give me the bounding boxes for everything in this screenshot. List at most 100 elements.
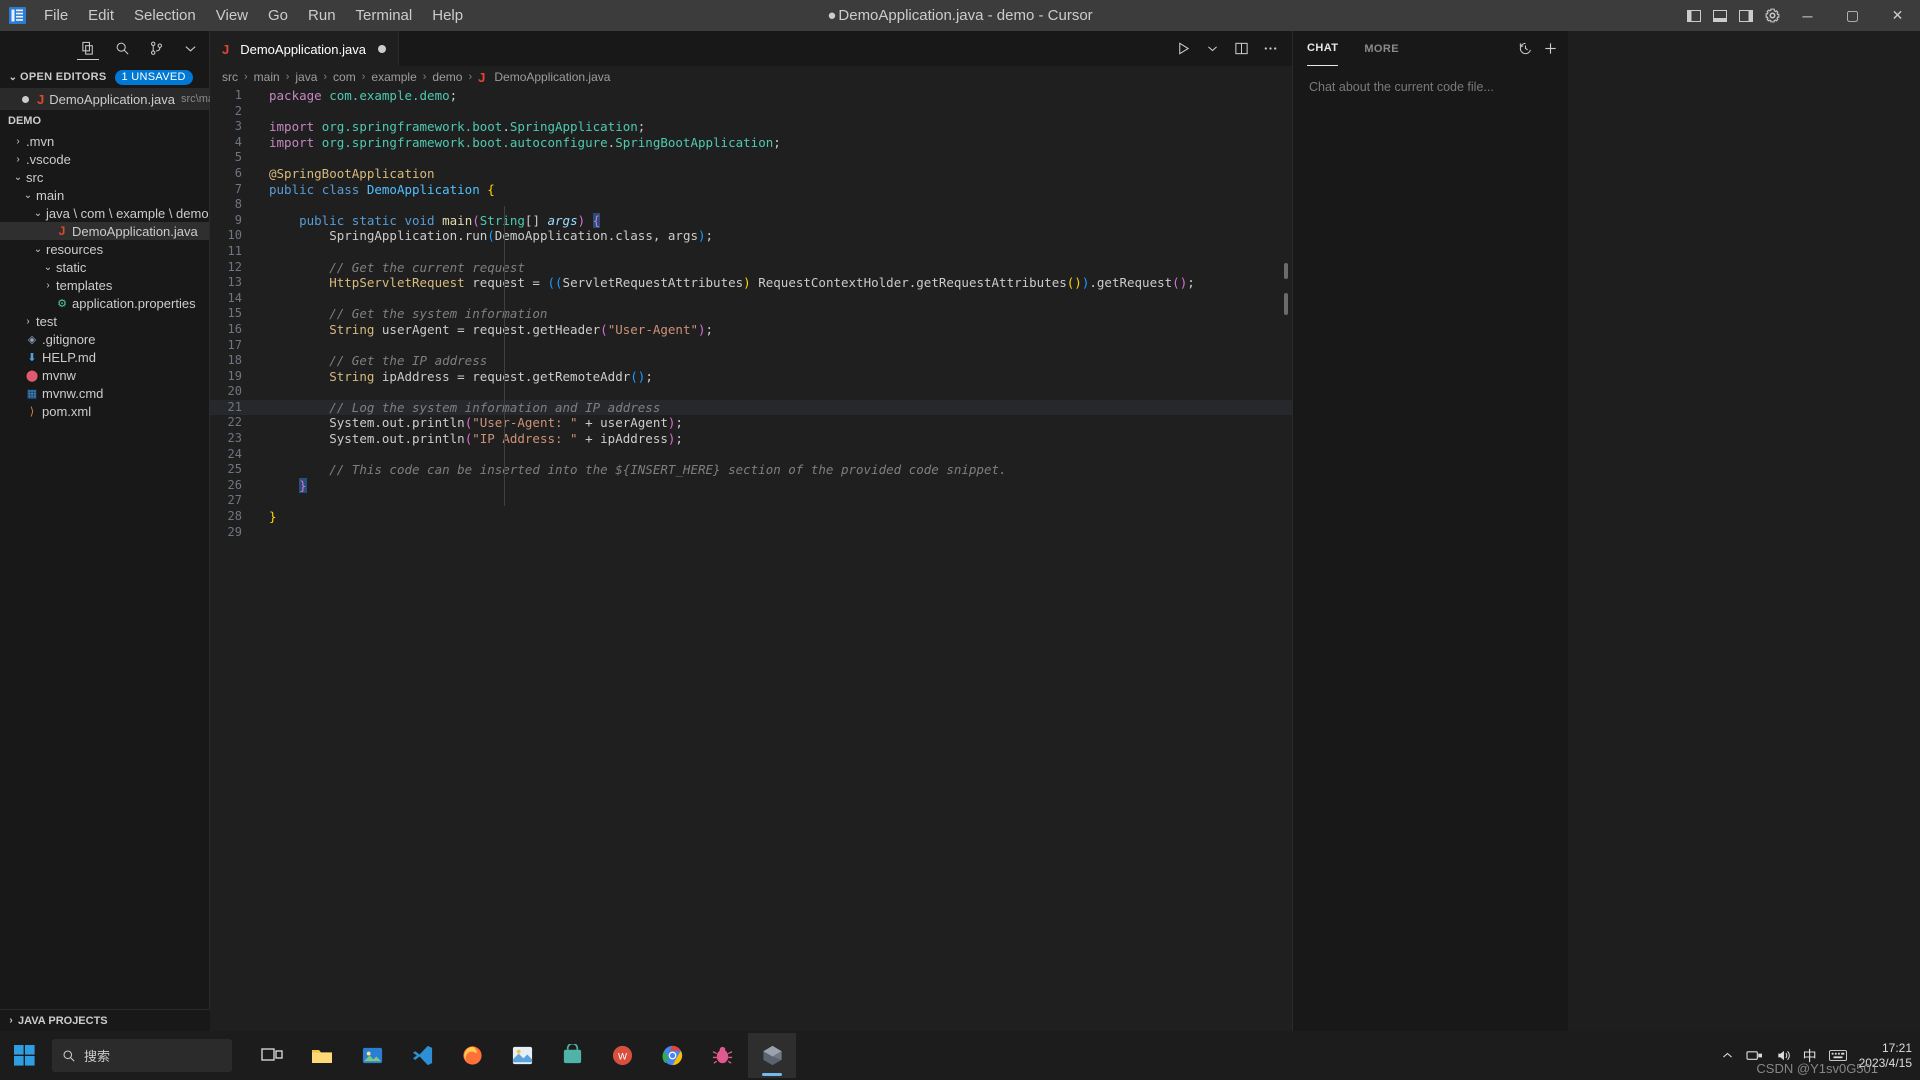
taskbar-search-box[interactable]: 搜索 <box>52 1039 232 1072</box>
start-button-icon[interactable] <box>0 1031 48 1080</box>
menu-help[interactable]: Help <box>422 4 473 28</box>
code-editor[interactable]: 1 package com.example.demo; 2 3 import org.s… <box>210 88 1292 1031</box>
tree-item--mvn[interactable]: › .mvn <box>0 132 209 150</box>
menu-selection[interactable]: Selection <box>124 4 206 28</box>
search-icon[interactable] <box>111 38 133 60</box>
menu-run[interactable]: Run <box>298 4 346 28</box>
tree-item-mvnw[interactable]: ⬤ mvnw <box>0 366 209 384</box>
breadcrumb-example[interactable]: example <box>371 70 416 84</box>
split-editor-icon[interactable] <box>1231 39 1251 59</box>
code-line[interactable]: 24 <box>210 447 1292 463</box>
photos-app-icon[interactable] <box>348 1033 396 1078</box>
code-lines[interactable]: 1 package com.example.demo; 2 3 import org.s… <box>210 88 1292 540</box>
code-line[interactable]: 17 <box>210 338 1292 354</box>
java-projects-section[interactable]: › JAVA PROJECTS <box>0 1009 210 1031</box>
code-line[interactable]: 21 // Log the system information and IP … <box>210 399 1292 416</box>
menu-go[interactable]: Go <box>258 4 298 28</box>
code-line[interactable]: 5 <box>210 150 1292 166</box>
code-line[interactable]: 3 import org.springframework.boot.SpringA… <box>210 119 1292 135</box>
tree-item-application-properties[interactable]: ⚙ application.properties <box>0 294 209 312</box>
code-line[interactable]: 18 // Get the IP address <box>210 353 1292 369</box>
bug-icon[interactable] <box>698 1033 746 1078</box>
tree-item-test[interactable]: › test <box>0 312 209 330</box>
open-editors-header[interactable]: ⌄ OPEN EDITORS 1 unsaved <box>0 66 209 88</box>
history-icon[interactable] <box>1518 41 1533 56</box>
code-line[interactable]: 27 <box>210 493 1292 509</box>
tree-item--vscode[interactable]: › .vscode <box>0 150 209 168</box>
breadcrumb-src[interactable]: src <box>222 70 238 84</box>
tree-item-mvnw-cmd[interactable]: ▦ mvnw.cmd <box>0 384 209 402</box>
code-line[interactable]: 26 } <box>210 477 1292 494</box>
paint-icon[interactable] <box>498 1033 546 1078</box>
menu-terminal[interactable]: Terminal <box>346 4 423 28</box>
firefox-icon[interactable] <box>448 1033 496 1078</box>
code-line[interactable]: 25 // This code can be inserted into the… <box>210 462 1292 478</box>
code-line[interactable]: 28} <box>210 509 1292 525</box>
file-explorer-icon[interactable] <box>298 1033 346 1078</box>
tab-dirty-dot-icon[interactable] <box>377 45 386 53</box>
code-line[interactable]: 29 <box>210 525 1292 541</box>
code-line[interactable]: 6 @SpringBootApplication <box>210 166 1292 182</box>
code-line[interactable]: 9 public static void main(String[] args)… <box>210 212 1292 229</box>
tree-item-src[interactable]: ⌄ src <box>0 168 209 186</box>
breadcrumb-main[interactable]: main <box>254 70 280 84</box>
breadcrumb-file[interactable]: DemoApplication.java <box>494 70 610 84</box>
tree-item-templates[interactable]: › templates <box>0 276 209 294</box>
tree-item-java-com-example-demo[interactable]: ⌄ java \ com \ example \ demo <box>0 204 209 222</box>
tree-item-help-md[interactable]: ⬇ HELP.md <box>0 348 209 366</box>
window-close-button[interactable]: ✕ <box>1875 0 1920 31</box>
wps-icon[interactable]: W <box>598 1033 646 1078</box>
code-line[interactable]: 20 <box>210 384 1292 400</box>
more-actions-icon[interactable] <box>1260 39 1280 59</box>
menu-view[interactable]: View <box>206 4 258 28</box>
tab-chat[interactable]: CHAT <box>1307 31 1339 66</box>
tab-demoapplication-java[interactable]: J DemoApplication.java <box>210 31 399 66</box>
settings-gear-icon[interactable] <box>1759 0 1785 31</box>
project-root-header[interactable]: DEMO <box>0 110 209 132</box>
store-icon[interactable] <box>548 1033 596 1078</box>
code-line[interactable]: 23 System.out.println("IP Address: " + i… <box>210 431 1292 447</box>
open-editor-item[interactable]: J DemoApplication.java src\main\... <box>0 88 235 110</box>
code-line[interactable]: 4 import org.springframework.boot.autocon… <box>210 135 1292 151</box>
chevron-down-icon[interactable] <box>179 38 201 60</box>
code-line[interactable]: 14 <box>210 291 1292 307</box>
new-file-icon[interactable] <box>77 38 99 60</box>
tree-item-resources[interactable]: ⌄ resources <box>0 240 209 258</box>
tree-item--gitignore[interactable]: ◈ .gitignore <box>0 330 209 348</box>
task-view-icon[interactable] <box>248 1033 296 1078</box>
window-minimize-button[interactable]: ─ <box>1785 0 1830 31</box>
code-line[interactable]: 11 <box>210 244 1292 260</box>
code-line[interactable]: 7 public class DemoApplication { <box>210 182 1292 198</box>
code-line[interactable]: 8 <box>210 197 1292 213</box>
chevron-down-icon[interactable] <box>1202 39 1222 59</box>
toggle-secondary-sidebar-icon[interactable] <box>1733 0 1759 31</box>
code-line[interactable]: 13 HttpServletRequest request = ((Servle… <box>210 275 1292 291</box>
breadcrumb-com[interactable]: com <box>333 70 356 84</box>
chrome-icon[interactable] <box>648 1033 696 1078</box>
tree-item-pom-xml[interactable]: ⟩ pom.xml <box>0 402 209 420</box>
code-line[interactable]: 10 SpringApplication.run(DemoApplication… <box>210 228 1292 244</box>
code-line[interactable]: 1 package com.example.demo; <box>210 88 1292 104</box>
run-icon[interactable] <box>1173 39 1193 59</box>
tab-more[interactable]: MORE <box>1364 31 1399 66</box>
chevron-up-icon[interactable] <box>1721 1049 1734 1062</box>
code-line[interactable]: 19 String ipAddress = request.getRemoteA… <box>210 369 1292 385</box>
toggle-primary-sidebar-icon[interactable] <box>1681 0 1707 31</box>
tree-item-main[interactable]: ⌄ main <box>0 186 209 204</box>
new-chat-icon[interactable] <box>1543 41 1558 56</box>
cursor-icon[interactable] <box>748 1033 796 1078</box>
tree-item-demoapplication-java[interactable]: J DemoApplication.java <box>0 222 209 240</box>
breadcrumb-demo[interactable]: demo <box>432 70 462 84</box>
tree-item-static[interactable]: ⌄ static <box>0 258 209 276</box>
source-control-icon[interactable] <box>145 38 167 60</box>
menu-file[interactable]: File <box>34 4 78 28</box>
menu-edit[interactable]: Edit <box>78 4 124 28</box>
code-line[interactable]: 16 String userAgent = request.getHeader(… <box>210 322 1292 338</box>
code-line[interactable]: 12 // Get the current request <box>210 260 1292 276</box>
toggle-panel-icon[interactable] <box>1707 0 1733 31</box>
breadcrumb-java[interactable]: java <box>295 70 317 84</box>
code-line[interactable]: 2 <box>210 104 1292 120</box>
code-line[interactable]: 15 // Get the system information <box>210 306 1292 322</box>
vscode-icon[interactable] <box>398 1033 446 1078</box>
window-maximize-button[interactable]: ▢ <box>1830 0 1875 31</box>
